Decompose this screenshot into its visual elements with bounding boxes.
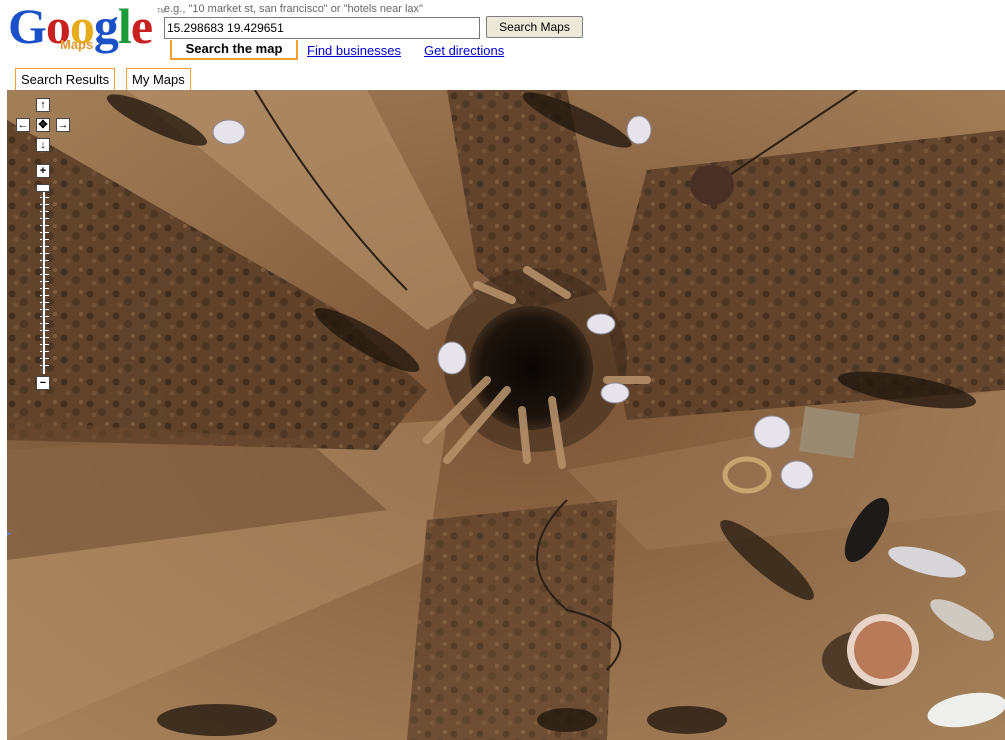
tab-search-results[interactable]: Search Results: [15, 68, 116, 90]
search-input[interactable]: [164, 17, 480, 39]
tab-my-maps[interactable]: My Maps: [126, 68, 191, 90]
logo-maps-label: Maps: [60, 37, 94, 52]
zoom-in-button[interactable]: +: [36, 164, 50, 178]
search-maps-button[interactable]: Search Maps: [486, 16, 583, 38]
zoom-slider-thumb[interactable]: [36, 184, 50, 192]
tab-search-the-map[interactable]: Search the map: [170, 40, 298, 60]
tab-find-businesses[interactable]: Find businesses: [307, 43, 401, 58]
pan-left-button[interactable]: ←: [16, 118, 30, 132]
zoom-slider-track[interactable]: [42, 186, 45, 374]
search-hint: e.g., "10 market st, san francisco" or "…: [164, 3, 423, 15]
tab-get-directions[interactable]: Get directions: [424, 43, 504, 58]
collapse-panel-arrow-icon[interactable]: ▸: [7, 528, 12, 539]
pan-up-button[interactable]: ↑: [36, 98, 50, 112]
satellite-imagery: [7, 90, 1005, 740]
pan-down-button[interactable]: ↓: [36, 138, 50, 152]
google-maps-logo[interactable]: Google Maps TM: [8, 0, 166, 56]
map-view[interactable]: ▸ ↑ ← ✥ → ↓ + −: [7, 90, 1005, 740]
zoom-out-button[interactable]: −: [36, 376, 50, 390]
pan-center-button[interactable]: ✥: [36, 118, 50, 132]
pan-right-button[interactable]: →: [56, 118, 70, 132]
